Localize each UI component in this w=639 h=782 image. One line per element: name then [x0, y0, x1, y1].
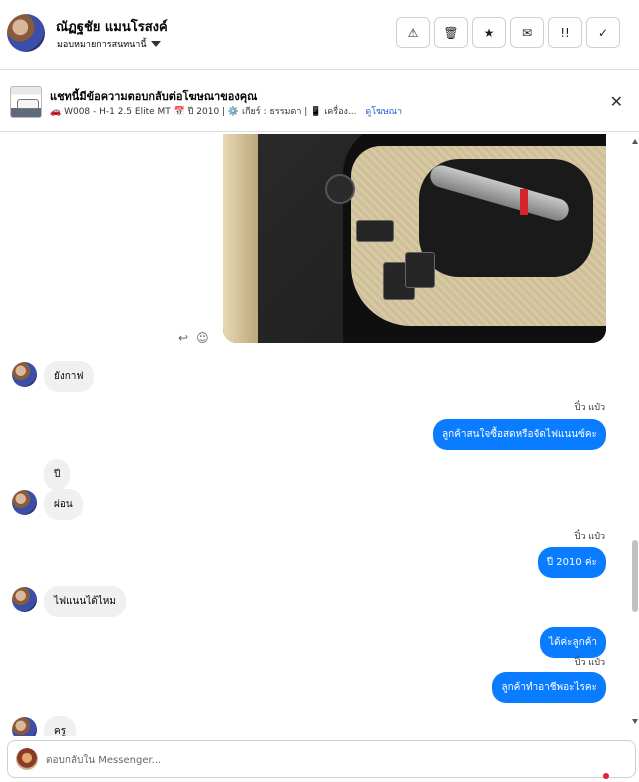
message-composer [7, 740, 636, 778]
report-spam-button[interactable]: ⚠ [396, 17, 430, 48]
mirror-switch [325, 174, 355, 204]
message-bubble[interactable]: ได้ค่ะลูกค้า [539, 627, 606, 658]
mark-unread-button[interactable]: ✉ [510, 17, 544, 48]
contact-avatar[interactable] [7, 14, 45, 52]
assign-label: มอบหมายการสนทนานี้ [57, 40, 147, 50]
avatar[interactable] [12, 362, 37, 387]
message-bubble[interactable]: ครู [44, 716, 77, 736]
delete-button[interactable]: 🗑 [434, 17, 468, 48]
contact-name[interactable]: ณัฏฐชัย แมนโรสงค์ [56, 16, 168, 37]
assign-conversation-dropdown[interactable]: มอบหมายการสนทนานี้ [57, 37, 161, 51]
message-bubble[interactable]: ผ่อน [44, 489, 83, 520]
star-button[interactable]: ★ [472, 17, 506, 48]
scroll-up-icon[interactable] [632, 139, 638, 144]
header-actions: ⚠ 🗑 ★ ✉ !! ✓ [396, 17, 620, 48]
message-bubble[interactable]: ยังกาฟ [44, 361, 94, 392]
view-ad-link[interactable]: ดูโฆษณา [365, 107, 402, 117]
banner-title: แชทนี้มีข้อความตอบกลับต่อโฆษณาของคุณ [50, 90, 258, 103]
trash-icon: 🗑 [443, 25, 459, 40]
lock-indicator [520, 189, 528, 215]
message-bubble[interactable]: ลูกค้าทำอาชีพอะไรคะ [492, 672, 606, 703]
warning-icon: ⚠ [407, 25, 419, 40]
star-icon: ★ [483, 25, 495, 40]
banner-subtitle: 🚗 W008 - H-1 2.5 Elite MT 📅 ปี 2010 | ⚙️… [50, 104, 402, 118]
avatar[interactable] [12, 717, 37, 736]
reply-input[interactable] [46, 750, 606, 770]
scrollbar-thumb[interactable] [632, 540, 638, 612]
close-icon[interactable]: ✕ [610, 92, 623, 111]
ad-thumbnail[interactable] [10, 86, 42, 118]
lock-switch [356, 220, 394, 242]
message-bubble[interactable]: ปี 2010 ค่ะ [537, 547, 606, 578]
messenger-inbox: ณัฏฐชัย แมนโรสงค์ มอบหมายการสนทนานี้ ⚠ 🗑… [0, 0, 639, 782]
avatar[interactable] [12, 587, 37, 612]
message-thread[interactable]: ↩ ☺ ยังกาฟ ปิ๋ว แป๋ว ลูกค้าสนใจซื้อสดหรื… [0, 132, 639, 736]
caret-down-icon [150, 41, 161, 47]
sender-name: ปิ๋ว แป๋ว [574, 532, 605, 542]
message-bubble[interactable]: ลูกค้าสนใจซื้อสดหรือจัดไฟแนนซ์คะ [433, 419, 606, 450]
scrollbar[interactable] [631, 132, 639, 736]
reply-icon[interactable]: ↩ [178, 331, 188, 345]
follow-up-icon: !! [560, 25, 570, 40]
ad-description: 🚗 W008 - H-1 2.5 Elite MT 📅 ปี 2010 | ⚙️… [50, 107, 357, 117]
window-switch [405, 252, 435, 288]
notification-dot-icon [603, 773, 609, 779]
checkmark-icon: ✓ [597, 25, 609, 40]
composer-toolbar [603, 773, 609, 779]
mark-done-button[interactable]: ✓ [586, 17, 620, 48]
sender-name: ปิ๋ว แป๋ว [574, 403, 605, 413]
mail-icon: ✉ [521, 25, 533, 40]
car-interior-photo[interactable] [223, 134, 606, 343]
page-avatar [16, 748, 38, 770]
ad-reply-banner: แชทนี้มีข้อความตอบกลับต่อโฆษณาของคุณ 🚗 W… [0, 71, 639, 132]
message-bubble[interactable]: ปี [44, 459, 71, 490]
react-icon[interactable]: ☺ [196, 331, 209, 345]
follow-up-button[interactable]: !! [548, 17, 582, 48]
message-bubble[interactable]: ไฟแนนได้ไหม [44, 586, 126, 617]
sender-name: ปิ๋ว แป๋ว [574, 658, 605, 668]
seat-edge [223, 134, 258, 343]
avatar[interactable] [12, 490, 37, 515]
conversation-header: ณัฏฐชัย แมนโรสงค์ มอบหมายการสนทนานี้ ⚠ 🗑… [0, 0, 639, 70]
photo-tools: ↩ ☺ [178, 331, 209, 345]
scroll-down-icon[interactable] [632, 719, 638, 724]
